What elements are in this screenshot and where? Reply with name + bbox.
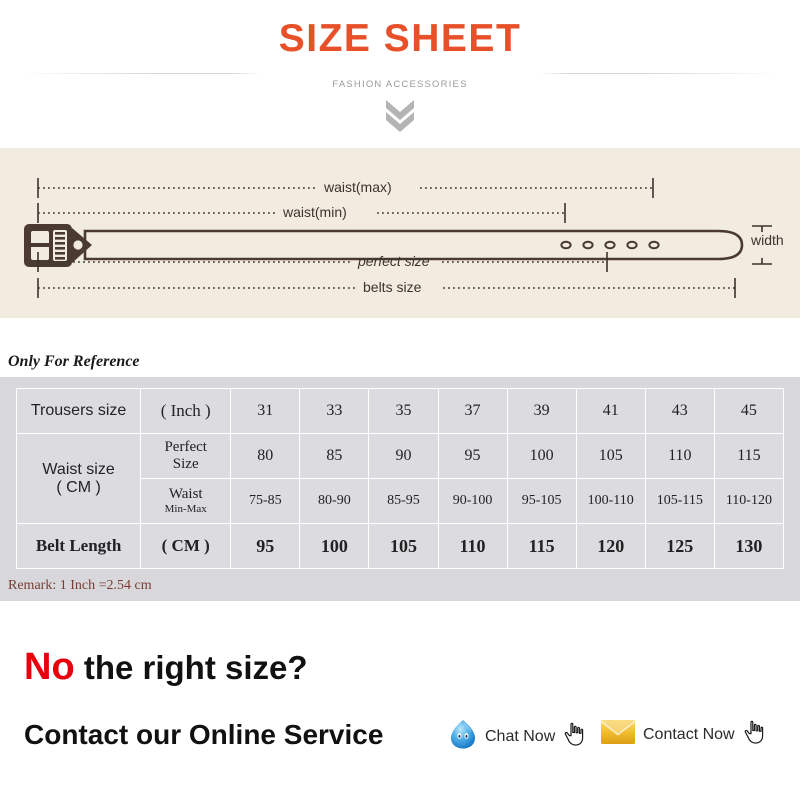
cell-minmax-4: 95-105	[506, 478, 577, 524]
label-waist-min: waist(min)	[283, 204, 347, 220]
waist-minmax-line1: Waist	[168, 486, 203, 502]
cell-trousers-size-unit: ( Inch )	[140, 388, 232, 434]
waist-minmax-line2: Min-Max	[164, 503, 207, 515]
cell-trousers-3: 37	[437, 388, 508, 434]
cell-trousers-5: 41	[575, 388, 646, 434]
cta-section	[0, 601, 800, 800]
cell-perfect-3: 95	[437, 433, 508, 479]
contact-now-label: Contact Now	[643, 725, 735, 743]
pointing-hand-icon	[562, 721, 586, 752]
pointing-hand-icon	[742, 719, 766, 750]
label-belts-size: belts size	[363, 279, 422, 295]
cell-belt-length-label: Belt Length	[15, 523, 142, 569]
cell-trousers-2: 35	[368, 388, 439, 434]
cell-belt-4: 115	[506, 523, 577, 569]
envelope-icon	[600, 718, 636, 751]
cell-minmax-2: 85-95	[368, 478, 439, 524]
cell-minmax-1: 80-90	[299, 478, 370, 524]
cell-perfect-4: 100	[506, 433, 577, 479]
cell-belt-1: 100	[299, 523, 370, 569]
cell-belt-6: 125	[644, 523, 715, 569]
cell-trousers-1: 33	[299, 388, 370, 434]
perfect-size-line2: Size	[172, 456, 199, 472]
cell-perfect-7: 115	[713, 433, 785, 479]
double-chevron-down-icon	[374, 98, 426, 132]
cell-waist-minmax-label: Waist Min-Max	[140, 478, 232, 524]
label-waist-max: waist(max)	[324, 179, 392, 195]
cell-minmax-7: 110-120	[713, 478, 785, 524]
cell-belt-3: 110	[437, 523, 508, 569]
cta-subheadline: Contact our Online Service	[24, 719, 384, 750]
header-section: SIZE SHEET FASHION ACCESSORIES	[0, 0, 800, 148]
waist-size-title: Waist size	[42, 460, 115, 478]
cta-headline-rest: the right size?	[74, 649, 308, 686]
cell-trousers-0: 31	[230, 388, 301, 434]
cell-belt-length-unit: ( CM )	[140, 523, 232, 569]
cell-perfect-6: 110	[644, 433, 715, 479]
cell-belt-2: 105	[368, 523, 439, 569]
chat-now-label: Chat Now	[485, 727, 556, 745]
cell-minmax-6: 105-115	[644, 478, 715, 524]
waist-size-unit: ( CM )	[56, 478, 101, 496]
cell-belt-0: 95	[230, 523, 301, 569]
header-divider	[16, 73, 784, 74]
label-perfect-size: perfect size	[358, 253, 430, 269]
page-title: SIZE SHEET	[278, 17, 522, 60]
table-row-perfect-size: Waist size ( CM ) Perfect Size 80 85 90 …	[15, 433, 785, 524]
perfect-size-line1: Perfect	[164, 439, 207, 455]
cell-trousers-size-label: Trousers size	[15, 388, 142, 434]
cell-trousers-7: 45	[713, 388, 785, 434]
cell-perfect-2: 90	[368, 433, 439, 479]
reference-note: Only For Reference	[8, 353, 140, 370]
chat-droplet-icon	[448, 718, 478, 755]
cell-trousers-4: 39	[506, 388, 577, 434]
cell-trousers-6: 43	[644, 388, 715, 434]
cell-perfect-size-label: Perfect Size	[140, 433, 232, 479]
table-row-trousers-size: Trousers size ( Inch ) 31 33 35 37 39 41…	[15, 388, 785, 434]
cell-perfect-5: 105	[575, 433, 646, 479]
cell-perfect-0: 80	[230, 433, 301, 479]
cell-minmax-0: 75-85	[230, 478, 301, 524]
cell-perfect-1: 85	[299, 433, 370, 479]
chat-now-button[interactable]: Chat Now	[448, 718, 586, 755]
table-row-belt-length: Belt Length ( CM ) 95 100 105 110 115 12…	[15, 523, 785, 569]
cta-emphasis-no: No	[24, 646, 75, 688]
size-chart-table: Trousers size ( Inch ) 31 33 35 37 39 41…	[15, 388, 785, 569]
cell-waist-size-label: Waist size ( CM )	[15, 433, 142, 524]
remark-text: Remark: 1 Inch =2.54 cm	[8, 578, 152, 593]
cell-minmax-5: 100-110	[575, 478, 646, 524]
label-width: width	[751, 232, 784, 248]
cell-belt-5: 120	[575, 523, 646, 569]
cta-headline: No the right size?	[24, 648, 308, 687]
contact-now-button[interactable]: Contact Now	[600, 718, 766, 751]
cell-belt-7: 130	[713, 523, 785, 569]
cell-minmax-3: 90-100	[437, 478, 508, 524]
header-subtitle: FASHION ACCESSORIES	[332, 79, 468, 90]
